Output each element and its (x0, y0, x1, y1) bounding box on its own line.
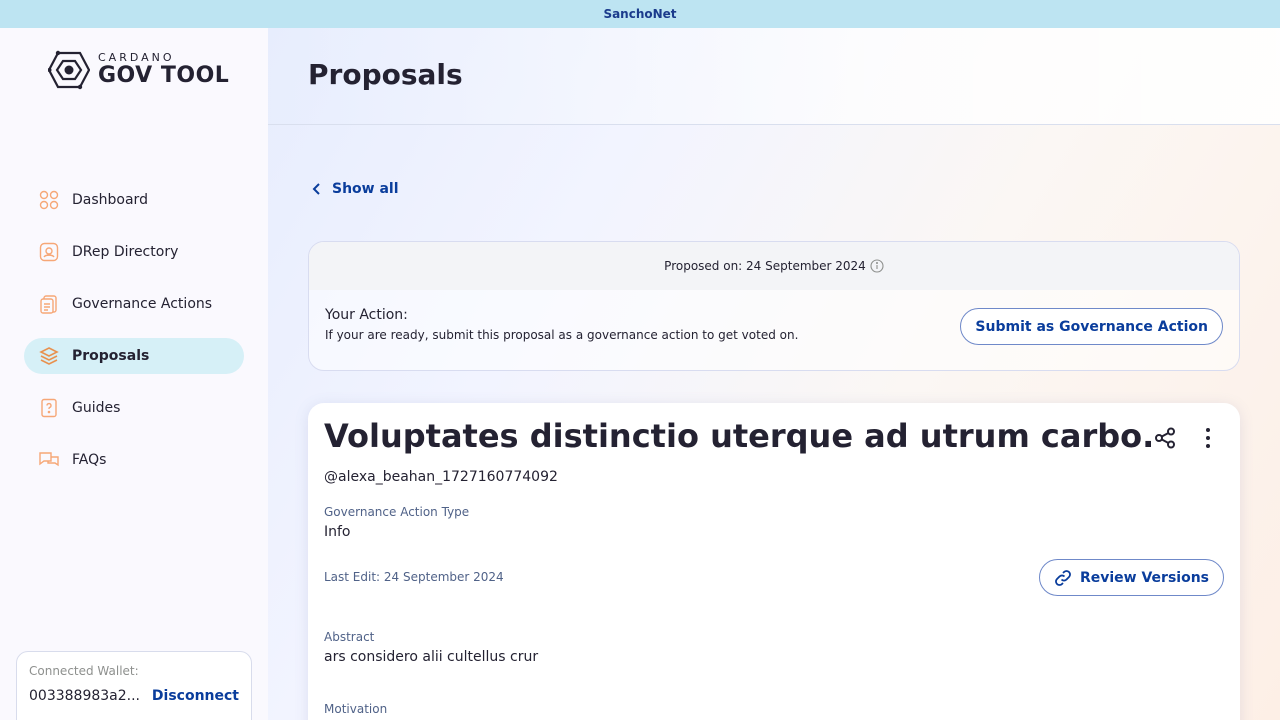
your-action-description: If your are ready, submit this proposal … (325, 328, 799, 342)
link-icon (1055, 569, 1071, 586)
sidebar: CARDANO GOV TOOL Dashboard DRep Director… (0, 28, 268, 720)
proposal-title: Voluptates distinctio uterque ad utrum c… (324, 417, 1155, 455)
share-icon[interactable] (1154, 427, 1176, 449)
drep-directory-icon (38, 241, 60, 263)
disconnect-button[interactable]: Disconnect (152, 688, 239, 704)
governance-action-type-label: Governance Action Type (324, 505, 470, 519)
network-banner: SanchoNet (0, 0, 1280, 28)
page-header: Proposals (268, 28, 1280, 125)
sidebar-item-label: FAQs (72, 452, 107, 468)
sidebar-item-label: DRep Directory (72, 244, 179, 260)
main-content: Proposals Show all Proposed on: 24 Septe… (268, 28, 1280, 720)
last-edit-date: Last Edit: 24 September 2024 (324, 570, 504, 584)
more-vertical-icon[interactable] (1204, 427, 1212, 449)
sidebar-nav: Dashboard DRep Directory Governance Acti… (24, 182, 244, 494)
governance-action-type-value: Info (324, 524, 351, 540)
show-all-label: Show all (332, 181, 399, 197)
network-name: SanchoNet (603, 7, 677, 21)
proposals-icon (38, 345, 60, 367)
your-action-title: Your Action: (325, 307, 408, 323)
faqs-icon (38, 449, 60, 471)
wallet-label: Connected Wallet: (29, 664, 139, 678)
chevron-left-icon (312, 183, 320, 195)
proposed-on-bar: Proposed on: 24 September 2024 (309, 242, 1239, 290)
connected-wallet-panel: Connected Wallet: 003388983a2... Disconn… (16, 651, 252, 720)
proposal-author: @alexa_beahan_1727160774092 (324, 469, 558, 485)
sidebar-item-guides[interactable]: Guides (24, 390, 244, 426)
sidebar-item-label: Dashboard (72, 192, 148, 208)
sidebar-item-proposals[interactable]: Proposals (24, 338, 244, 374)
show-all-link[interactable]: Show all (312, 181, 399, 197)
logo-big-text: GOV TOOL (98, 63, 230, 88)
sidebar-item-label: Guides (72, 400, 121, 416)
sidebar-item-label: Governance Actions (72, 296, 213, 312)
logo[interactable]: CARDANO GOV TOOL (48, 50, 229, 90)
review-versions-label: Review Versions (1079, 569, 1209, 586)
dashboard-icon (38, 189, 60, 211)
sidebar-item-drep-directory[interactable]: DRep Directory (24, 234, 244, 270)
sidebar-item-faqs[interactable]: FAQs (24, 442, 244, 478)
motivation-label: Motivation (324, 702, 388, 716)
wallet-address: 003388983a2... (29, 688, 141, 704)
sidebar-item-governance-actions[interactable]: Governance Actions (24, 286, 244, 322)
review-versions-button[interactable]: Review Versions (1038, 559, 1224, 596)
abstract-label: Abstract (324, 630, 375, 644)
proposal-card: Voluptates distinctio uterque ad utrum c… (308, 403, 1240, 720)
info-icon[interactable] (870, 259, 884, 273)
your-action-card: Proposed on: 24 September 2024 Your Acti… (308, 241, 1240, 371)
sidebar-item-dashboard[interactable]: Dashboard (24, 182, 244, 218)
cardano-logo-icon (48, 50, 90, 90)
page-title: Proposals (308, 58, 463, 91)
submit-governance-action-button[interactable]: Submit as Governance Action (960, 308, 1223, 345)
governance-actions-icon (38, 293, 60, 315)
abstract-value: ars considero alii cultellus crur (324, 649, 539, 665)
sidebar-item-label: Proposals (72, 348, 150, 364)
guides-icon (38, 397, 60, 419)
proposed-on-date: Proposed on: 24 September 2024 (664, 259, 866, 273)
